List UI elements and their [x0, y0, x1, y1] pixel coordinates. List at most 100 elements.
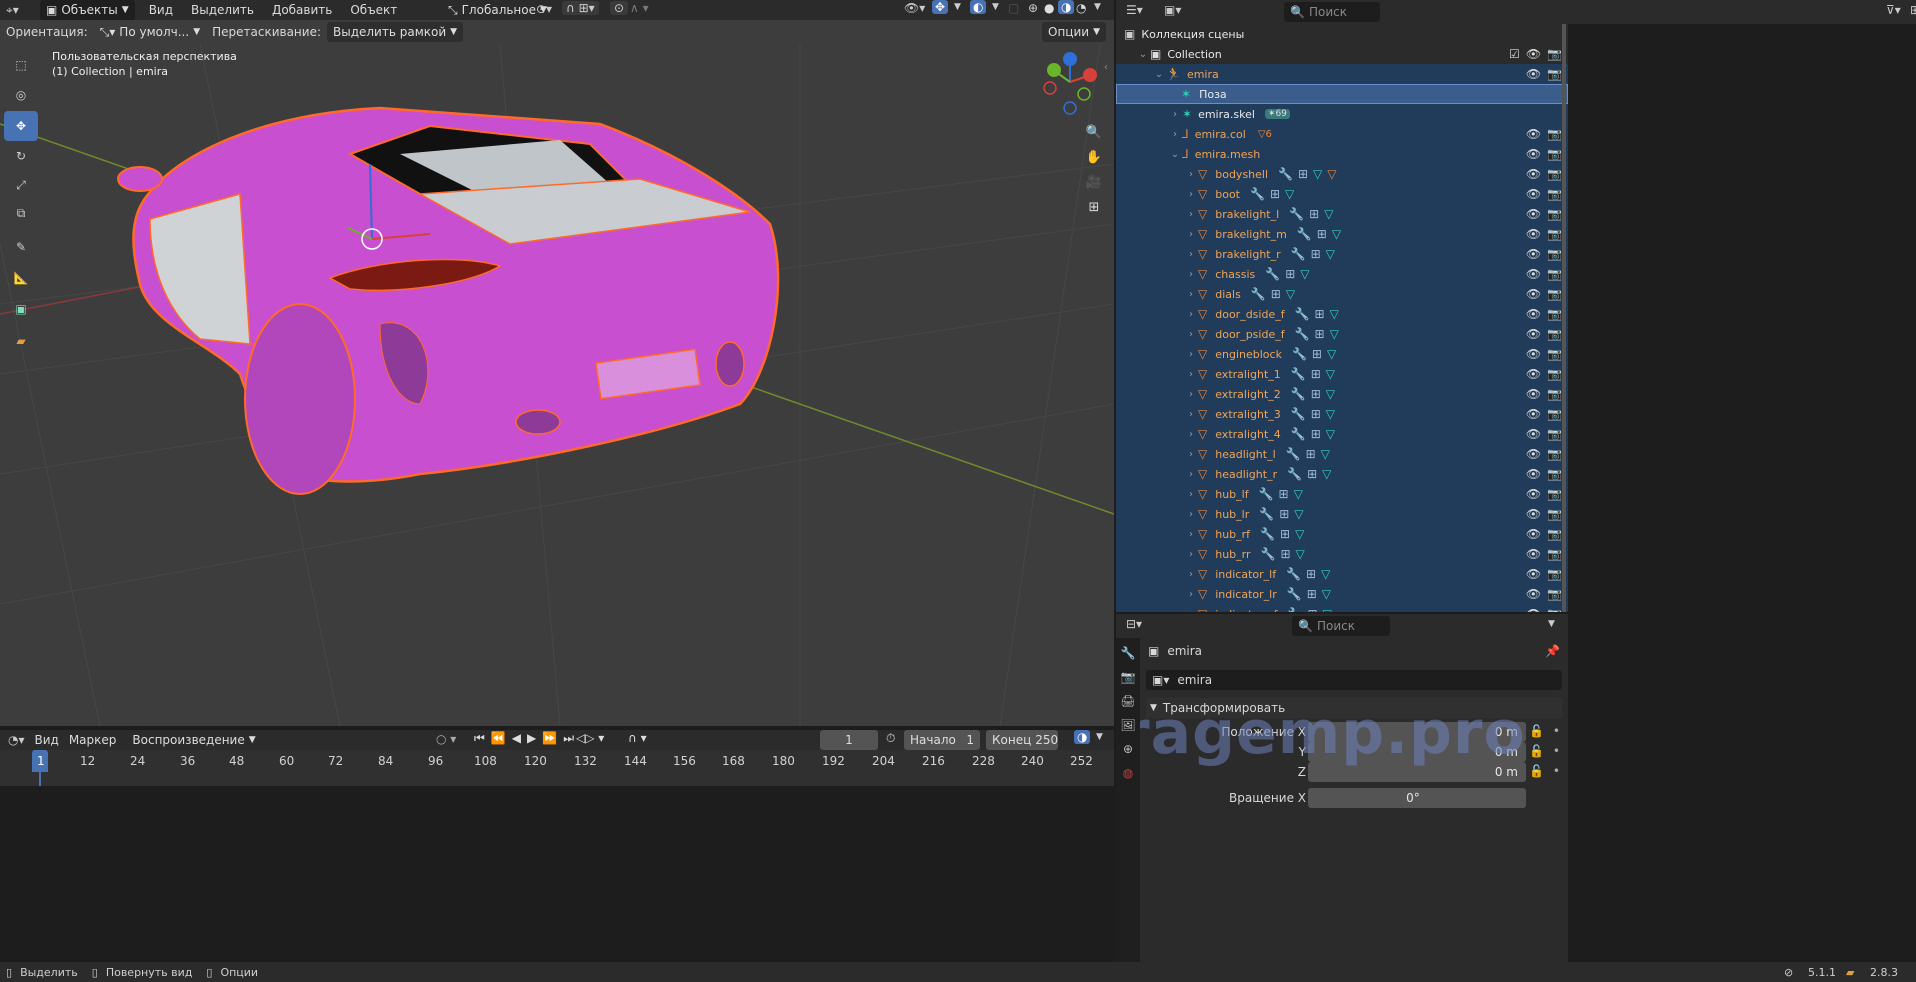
mesh-data-icon[interactable]: ▽	[1322, 467, 1331, 481]
expand-arrow-icon[interactable]: ›	[1184, 429, 1198, 440]
modifier-wrench-icon[interactable]: 🔧	[1286, 447, 1301, 461]
modifier-wrench-icon[interactable]: 🔧	[1250, 187, 1265, 201]
camera-render-icon[interactable]: 📷	[1547, 527, 1562, 541]
annotate-icon[interactable]: ✎	[4, 231, 38, 263]
camera-render-icon[interactable]: 📷	[1547, 147, 1562, 161]
vertex-groups-icon[interactable]: ⊞	[1306, 567, 1316, 581]
menu-object[interactable]: Объект	[350, 3, 397, 17]
eye-icon[interactable]: 👁	[1526, 567, 1541, 581]
keyframe-icon[interactable]: •	[1553, 724, 1560, 738]
outliner-row-mesh[interactable]: › ▽ hub_rr 🔧 ⊞ ▽ 👁 📷	[1116, 544, 1568, 564]
expand-arrow-icon[interactable]: ›	[1184, 409, 1198, 420]
mode-dropdown[interactable]: ▣ Объекты ▼	[40, 0, 135, 20]
mesh-data-icon[interactable]: ▽	[1321, 567, 1330, 581]
camera-render-icon[interactable]: 📷	[1547, 367, 1562, 381]
outliner-row-mesh[interactable]: › ▽ chassis 🔧 ⊞ ▽ 👁 📷	[1116, 264, 1568, 284]
location-y-field[interactable]: 0 m	[1308, 742, 1526, 762]
modifier-wrench-icon[interactable]: 🔧	[1278, 167, 1293, 181]
select-box-icon[interactable]: ⬚	[4, 50, 38, 80]
playback-dropdown[interactable]: Воспроизведение ▼	[126, 730, 261, 750]
vertex-groups-icon[interactable]: ⊞	[1280, 527, 1290, 541]
outliner-row-mesh[interactable]: › ▽ extralight_4 🔧 ⊞ ▽ 👁 📷	[1116, 424, 1568, 444]
modifier-wrench-icon[interactable]: 🔧	[1287, 587, 1302, 601]
eye-icon[interactable]: 👁	[1526, 547, 1541, 561]
expand-arrow-icon[interactable]: ›	[1184, 389, 1198, 400]
vertex-groups-icon[interactable]: ⊞	[1315, 307, 1325, 321]
eye-icon[interactable]: 👁	[1526, 147, 1541, 161]
timeline-area[interactable]: 1 12 24 36 48 60 72 84 96 108 120 132 14…	[0, 750, 1114, 786]
eye-icon[interactable]: 👁	[1526, 47, 1541, 61]
modifier-wrench-icon[interactable]: 🔧	[1261, 547, 1276, 561]
expand-arrow-icon[interactable]: ›	[1184, 469, 1198, 480]
vertex-groups-icon[interactable]: ⊞	[1317, 227, 1327, 241]
outliner-row-mesh[interactable]: › ▽ door_dside_f 🔧 ⊞ ▽ 👁 📷	[1116, 304, 1568, 324]
mesh-data-icon[interactable]: ▽	[1322, 587, 1331, 601]
material-shading-icon[interactable]: ◑	[1058, 0, 1075, 14]
view-layer-tab-icon[interactable]: 🖼	[1120, 718, 1135, 732]
camera-render-icon[interactable]: 📷	[1547, 547, 1562, 561]
modifier-wrench-icon[interactable]: 🔧	[1259, 487, 1274, 501]
eye-icon[interactable]: 👁	[1526, 487, 1541, 501]
vertex-groups-icon[interactable]: ⊞	[1285, 267, 1295, 281]
outliner-row-mesh[interactable]: › ▽ hub_rf 🔧 ⊞ ▽ 👁 📷	[1116, 524, 1568, 544]
mesh-data-icon[interactable]: ▽	[1330, 307, 1339, 321]
clock-icon[interactable]: ⏱	[886, 731, 895, 746]
outliner-row-mesh[interactable]: › ▽ engineblock 🔧 ⊞ ▽ 👁 📷	[1116, 344, 1568, 364]
expand-arrow-icon[interactable]: ›	[1184, 289, 1198, 300]
overlay-icon[interactable]: ◐	[970, 0, 987, 14]
mesh-data-icon[interactable]: ▽	[1324, 207, 1333, 221]
mesh-data-icon[interactable]: ▽	[1295, 527, 1304, 541]
chevron-down-icon[interactable]: ▼	[1548, 619, 1555, 629]
mesh-data-icon[interactable]: ▽	[1286, 287, 1295, 301]
expand-arrow-icon[interactable]: ›	[1184, 589, 1198, 600]
mesh-data-icon[interactable]: ▽	[1285, 187, 1294, 201]
object-name-field[interactable]: ▣▾ emira	[1146, 670, 1562, 690]
overlay-dropdown-icon[interactable]: ▼	[992, 2, 999, 12]
mesh-data-icon[interactable]: ▽	[1327, 347, 1336, 361]
eye-icon[interactable]: 👁	[1526, 467, 1541, 481]
outliner-row-mesh[interactable]: › ▽ brakelight_r 🔧 ⊞ ▽ 👁 📷	[1116, 244, 1568, 264]
navigation-gizmo[interactable]	[1043, 52, 1097, 115]
modifier-wrench-icon[interactable]: 🔧	[1291, 407, 1306, 421]
expand-arrow-icon[interactable]: ›	[1184, 609, 1198, 613]
camera-render-icon[interactable]: 📷	[1547, 387, 1562, 401]
mesh-data-icon[interactable]: ▽	[1326, 367, 1335, 381]
outliner-row-mesh[interactable]: › ▽ hub_lf 🔧 ⊞ ▽ 👁 📷	[1116, 484, 1568, 504]
camera-render-icon[interactable]: 📷	[1547, 567, 1562, 581]
expand-arrow-icon[interactable]: ›	[1184, 509, 1198, 520]
modifier-wrench-icon[interactable]: 🔧	[1288, 607, 1303, 612]
vertex-groups-icon[interactable]: ⊞	[1311, 407, 1321, 421]
eye-icon[interactable]: 👁	[1526, 227, 1541, 241]
camera-render-icon[interactable]: 📷	[1547, 447, 1562, 461]
measure-icon[interactable]: 📐	[4, 263, 38, 293]
mesh-data-icon[interactable]: ▽	[1294, 507, 1303, 521]
outliner-row-mesh[interactable]: › ▽ brakelight_l 🔧 ⊞ ▽ 👁 📷	[1116, 204, 1568, 224]
camera-render-icon[interactable]: 📷	[1547, 207, 1562, 221]
expand-arrow-icon[interactable]: ›	[1184, 569, 1198, 580]
mesh-data-icon[interactable]: ▽	[1332, 227, 1341, 241]
modifier-wrench-icon[interactable]: 🔧	[1291, 367, 1306, 381]
camera-render-icon[interactable]: 📷	[1547, 487, 1562, 501]
vertex-groups-icon[interactable]: ⊞	[1271, 287, 1281, 301]
expand-arrow-icon[interactable]: ›	[1184, 369, 1198, 380]
mesh-data-icon[interactable]: ▽	[1300, 267, 1309, 281]
eye-icon[interactable]: 👁	[1526, 407, 1541, 421]
camera-render-icon[interactable]: 📷	[1547, 127, 1562, 141]
expand-arrow-icon[interactable]: ›	[1184, 209, 1198, 220]
eye-icon[interactable]: 👁	[1526, 167, 1541, 181]
eye-icon[interactable]: 👁	[1526, 507, 1541, 521]
outliner-row-mesh[interactable]: ›▽indicator_rf🔧⊞▽👁📷	[1116, 604, 1568, 612]
expand-arrow-icon[interactable]: ⌄	[1168, 149, 1182, 160]
transform-icon[interactable]: ⧉	[4, 199, 38, 227]
xray-icon[interactable]: ▢	[1008, 1, 1019, 15]
auto-key-icon[interactable]: ∩ ▾	[628, 731, 647, 745]
modifier-wrench-icon[interactable]: 🔧	[1291, 247, 1306, 261]
properties-editor-icon[interactable]: ⊟▾	[1126, 617, 1142, 631]
keyframe-icon[interactable]: •	[1553, 764, 1560, 778]
mesh-data-icon[interactable]: ▽	[1326, 427, 1335, 441]
expand-arrow-icon[interactable]: ›	[1184, 249, 1198, 260]
outliner-row-collection[interactable]: ⌄ ▣ Collection ☑ 👁 📷	[1116, 44, 1568, 64]
expand-arrow-icon[interactable]: ›	[1184, 189, 1198, 200]
play-reverse-icon[interactable]: ◀	[512, 731, 521, 746]
outliner-row-mesh[interactable]: › ▽ extralight_1 🔧 ⊞ ▽ 👁 📷	[1116, 364, 1568, 384]
